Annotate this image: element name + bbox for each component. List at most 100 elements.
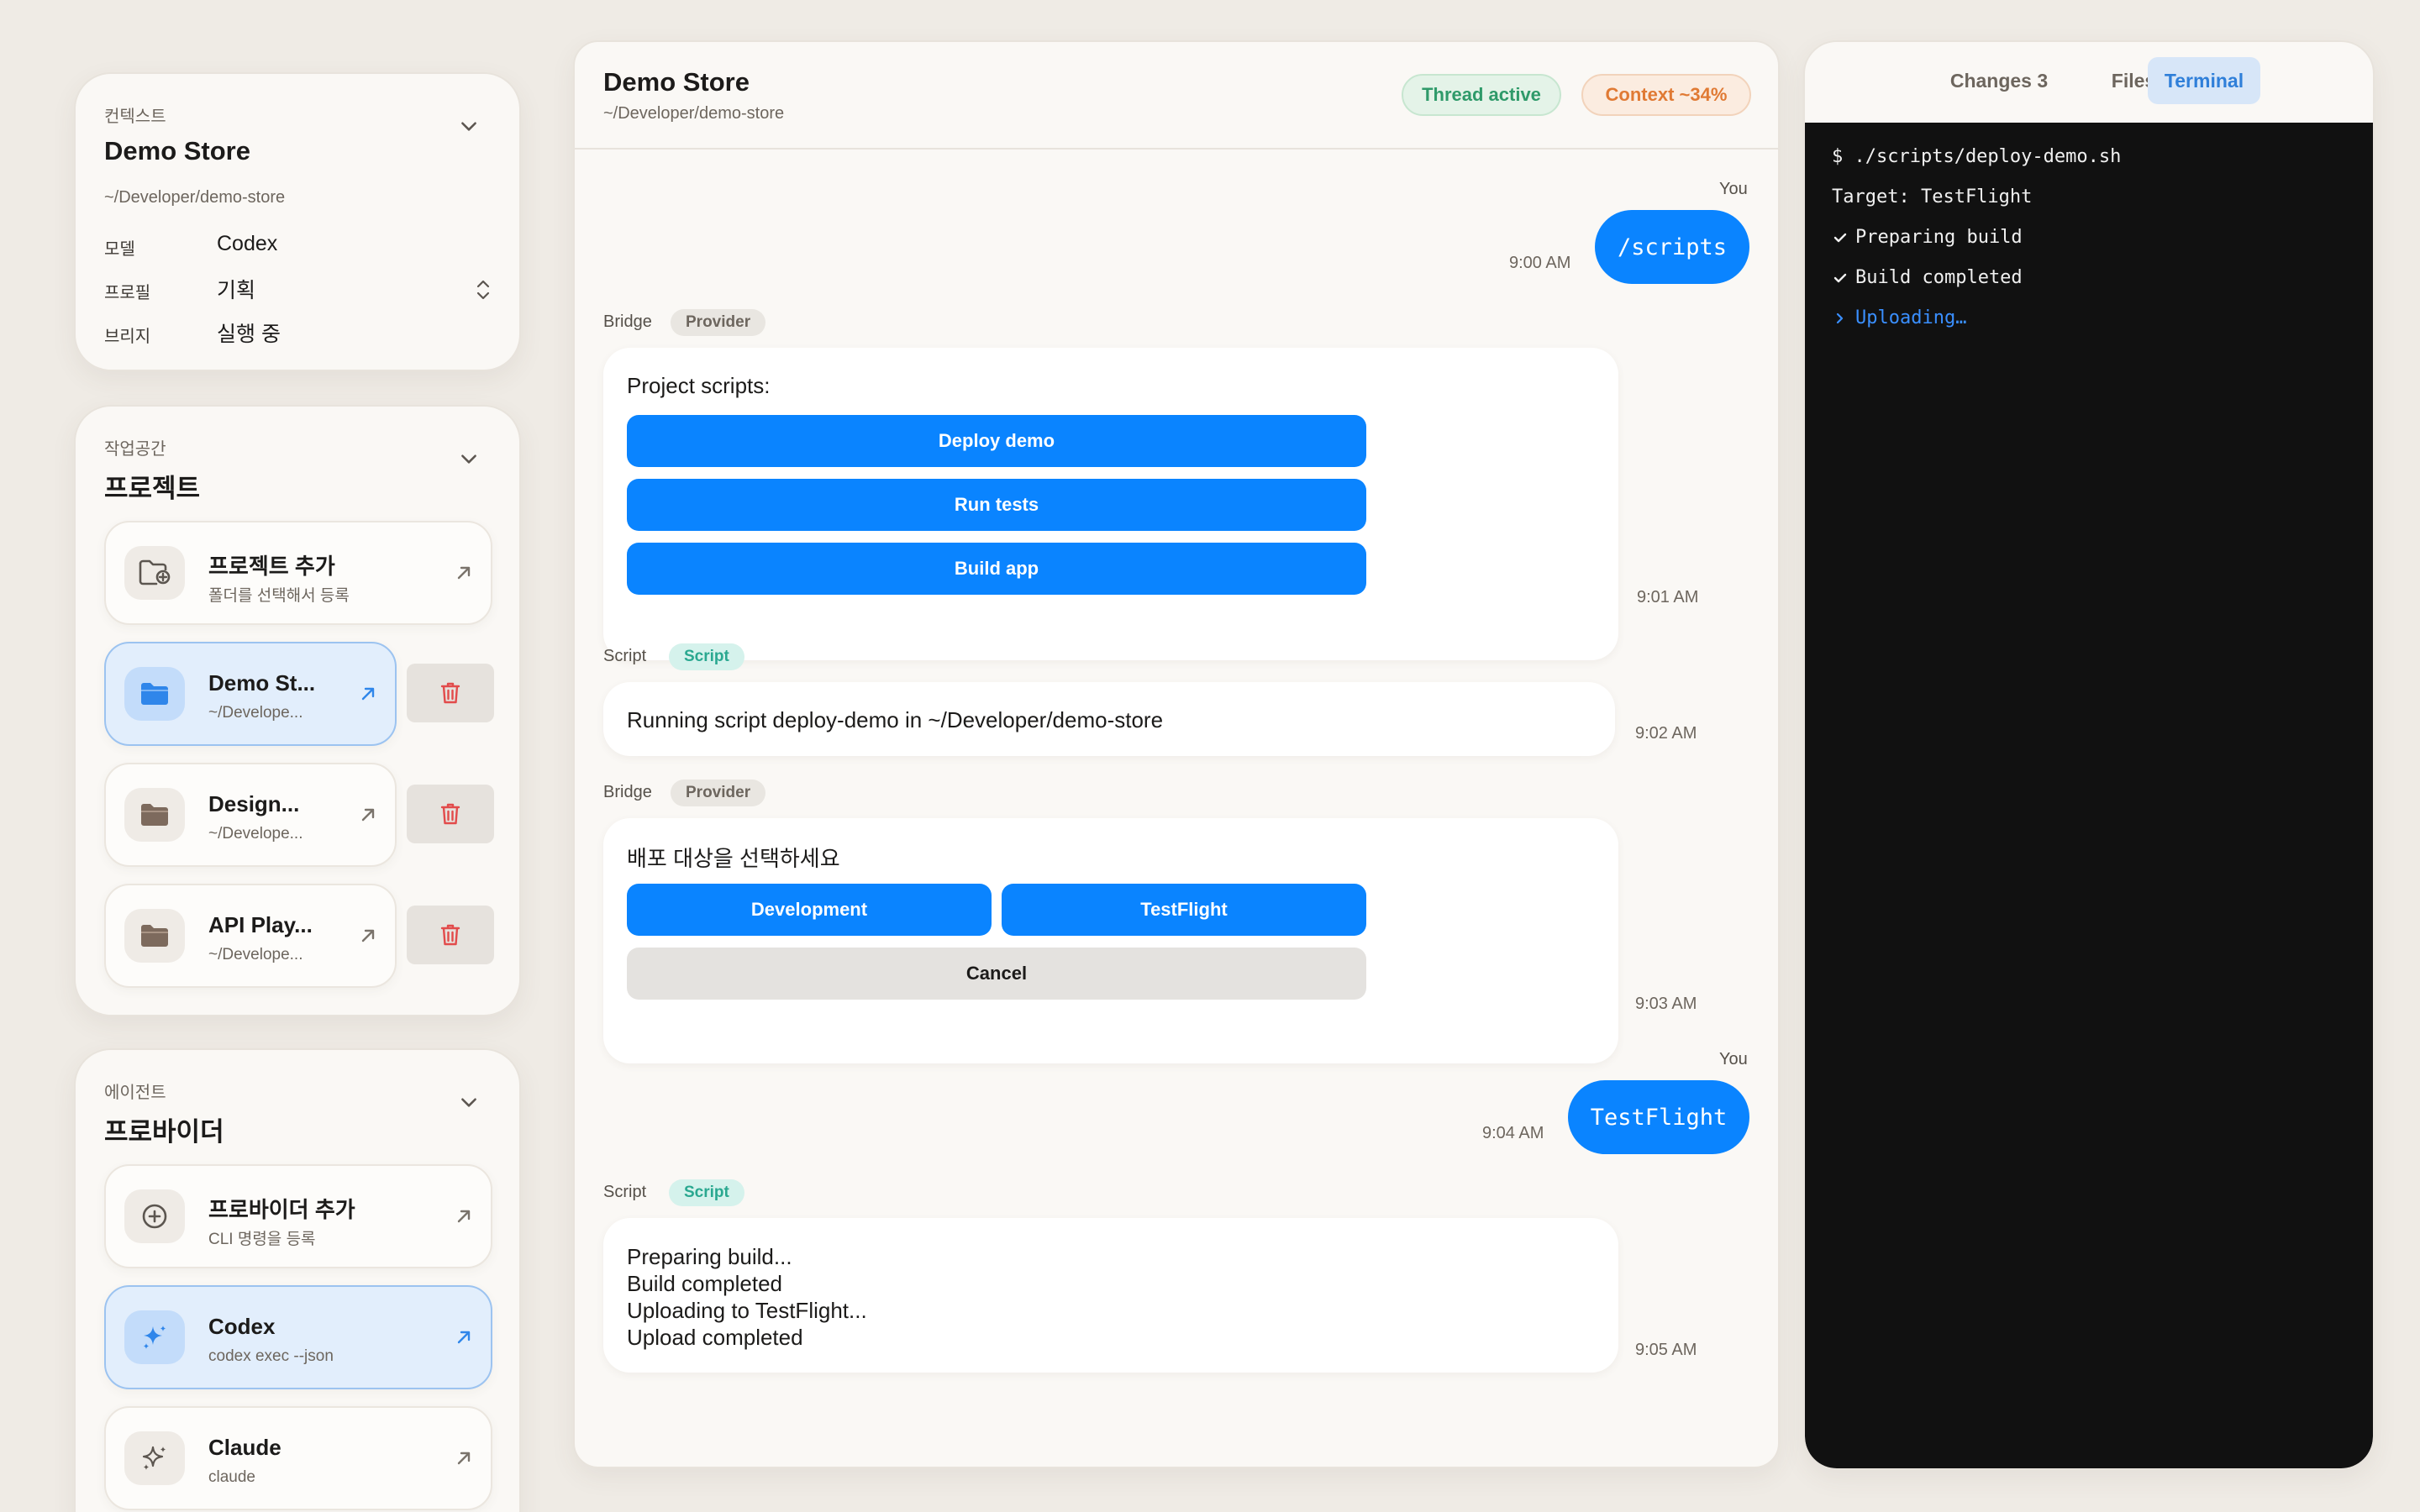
add-provider-sub: CLI 명령을 등록 [208, 1231, 316, 1248]
message-time: 9:02 AM [1635, 724, 1697, 743]
check-icon [1833, 233, 1847, 242]
agents-section-label: 에이전트 [104, 1084, 166, 1102]
delete-project-button[interactable] [407, 664, 494, 722]
arrow-up-right-icon [450, 1445, 477, 1472]
run-tests-button[interactable]: Run tests [627, 479, 1366, 531]
project-path: ~/Develope... [208, 825, 303, 843]
chevron-down-icon[interactable] [450, 1084, 487, 1121]
context-title: Demo Store [104, 136, 250, 165]
arrow-up-right-icon [450, 1324, 477, 1351]
chat-title: Demo Store [603, 67, 750, 97]
workspace-card: 작업공간 프로젝트 프로젝트 추가 폴더를 선택해서 등록 Demo St...… [74, 405, 521, 1016]
provider-tag: Provider [671, 309, 766, 336]
sender-label: You [1719, 180, 1748, 198]
plus-circle-icon [124, 1189, 185, 1243]
output-line: Build completed [627, 1271, 782, 1296]
terminal-line: Preparing build [1832, 227, 2023, 248]
workspace-title: 프로젝트 [104, 474, 201, 503]
check-icon [1833, 273, 1847, 282]
add-project-button[interactable]: 프로젝트 추가 폴더를 선택해서 등록 [104, 521, 492, 625]
tab-changes[interactable]: Changes 3 [1919, 57, 2079, 104]
terminal-line: Target: TestFlight [1832, 186, 2033, 207]
folder-icon [124, 667, 185, 721]
sender-label: You [1719, 1050, 1748, 1068]
message-text: Running script deploy-demo in ~/Develope… [627, 707, 1164, 732]
user-message-bubble: /scripts [1595, 210, 1749, 284]
message-time: 9:05 AM [1635, 1341, 1697, 1359]
agents-title: 프로바이더 [104, 1117, 224, 1147]
project-name: Design... [208, 791, 300, 816]
bridge-value: 실행 중 [217, 323, 281, 346]
arrow-up-right-icon [355, 922, 381, 949]
chevron-down-icon[interactable] [450, 440, 487, 477]
message-text: Project scripts: [627, 373, 771, 398]
output-line: Preparing build... [627, 1244, 792, 1269]
provider-name: Claude [208, 1435, 281, 1460]
provider-item-codex[interactable]: Codex codex exec --json [104, 1285, 492, 1389]
arrow-up-right-icon [450, 559, 477, 586]
folder-add-icon [124, 546, 185, 600]
message-bubble: Preparing build... Build completed Uploa… [603, 1218, 1618, 1373]
message-bubble: Running script deploy-demo in ~/Develope… [603, 682, 1615, 756]
project-path: ~/Develope... [208, 946, 303, 963]
context-path: ~/Developer/demo-store [104, 188, 286, 207]
add-project-label: 프로젝트 추가 [208, 554, 335, 579]
user-message-bubble: TestFlight [1568, 1080, 1749, 1154]
context-card: 컨텍스트 Demo Store ~/Developer/demo-store 모… [74, 72, 521, 371]
add-provider-button[interactable]: 프로바이더 추가 CLI 명령을 등록 [104, 1164, 492, 1268]
folder-icon [124, 909, 185, 963]
arrow-up-right-icon [450, 1203, 477, 1230]
trash-icon [440, 924, 460, 946]
message-bubble: Project scripts: Deploy demo Run tests B… [603, 348, 1618, 660]
sender-label: Script [603, 1183, 647, 1201]
deploy-demo-button[interactable]: Deploy demo [627, 415, 1366, 467]
profile-value[interactable]: 기획 [217, 274, 255, 304]
model-value[interactable]: Codex [217, 232, 277, 256]
script-tag: Script [669, 643, 744, 670]
project-item-api-playground[interactable]: API Play... ~/Develope... [104, 884, 397, 988]
sender-label: Bridge [603, 312, 652, 331]
bridge-label: 브리지 [104, 328, 151, 346]
model-label: 모델 [104, 240, 135, 259]
chat-panel: Demo Store ~/Developer/demo-store Thread… [573, 40, 1780, 1468]
tab-terminal[interactable]: Terminal [2148, 57, 2260, 104]
add-provider-label: 프로바이더 추가 [208, 1197, 355, 1222]
development-button[interactable]: Development [627, 884, 992, 936]
delete-project-button[interactable] [407, 785, 494, 843]
context-usage-badge: Context ~34% [1581, 74, 1751, 116]
terminal-output: $ ./scripts/deploy-demo.sh Target: TestF… [1805, 123, 2373, 1468]
delete-project-button[interactable] [407, 906, 494, 964]
provider-tag: Provider [671, 780, 766, 806]
provider-command: codex exec --json [208, 1347, 334, 1365]
side-panel: Changes 3 Files Terminal $ ./scripts/dep… [1803, 40, 2375, 1470]
message-time: 9:04 AM [1482, 1124, 1544, 1142]
sender-label: Script [603, 647, 647, 665]
cancel-button[interactable]: Cancel [627, 948, 1366, 1000]
arrow-up-right-icon [355, 680, 381, 707]
message-time: 9:01 AM [1637, 588, 1699, 606]
trash-icon [440, 803, 460, 825]
message-bubble: 배포 대상을 선택하세요 Development TestFlight Canc… [603, 818, 1618, 1063]
message-text: 배포 대상을 선택하세요 [627, 846, 840, 871]
project-item-demo-store[interactable]: Demo St... ~/Develope... [104, 642, 397, 746]
folder-icon [124, 788, 185, 842]
sender-label: Bridge [603, 783, 652, 801]
build-app-button[interactable]: Build app [627, 543, 1366, 595]
message-time: 9:00 AM [1509, 254, 1571, 272]
sparkles-icon [124, 1310, 185, 1364]
chevron-right-icon [1836, 312, 1844, 323]
up-down-chevron-icon[interactable] [474, 277, 492, 307]
project-item-design[interactable]: Design... ~/Develope... [104, 763, 397, 867]
provider-item-claude[interactable]: Claude claude [104, 1406, 492, 1510]
chat-header: Demo Store ~/Developer/demo-store Thread… [575, 42, 1778, 150]
testflight-button[interactable]: TestFlight [1002, 884, 1366, 936]
project-name: Demo St... [208, 670, 316, 696]
project-name: API Play... [208, 912, 313, 937]
agents-card: 에이전트 프로바이더 프로바이더 추가 CLI 명령을 등록 Codex cod… [74, 1048, 521, 1512]
output-line: Uploading to TestFlight... [627, 1298, 867, 1323]
terminal-line: Build completed [1832, 267, 2023, 288]
project-path: ~/Develope... [208, 704, 303, 722]
script-output: Preparing build... Build completed Uploa… [627, 1243, 867, 1351]
terminal-line: $ ./scripts/deploy-demo.sh [1832, 146, 2122, 167]
chevron-down-icon[interactable] [450, 108, 487, 144]
